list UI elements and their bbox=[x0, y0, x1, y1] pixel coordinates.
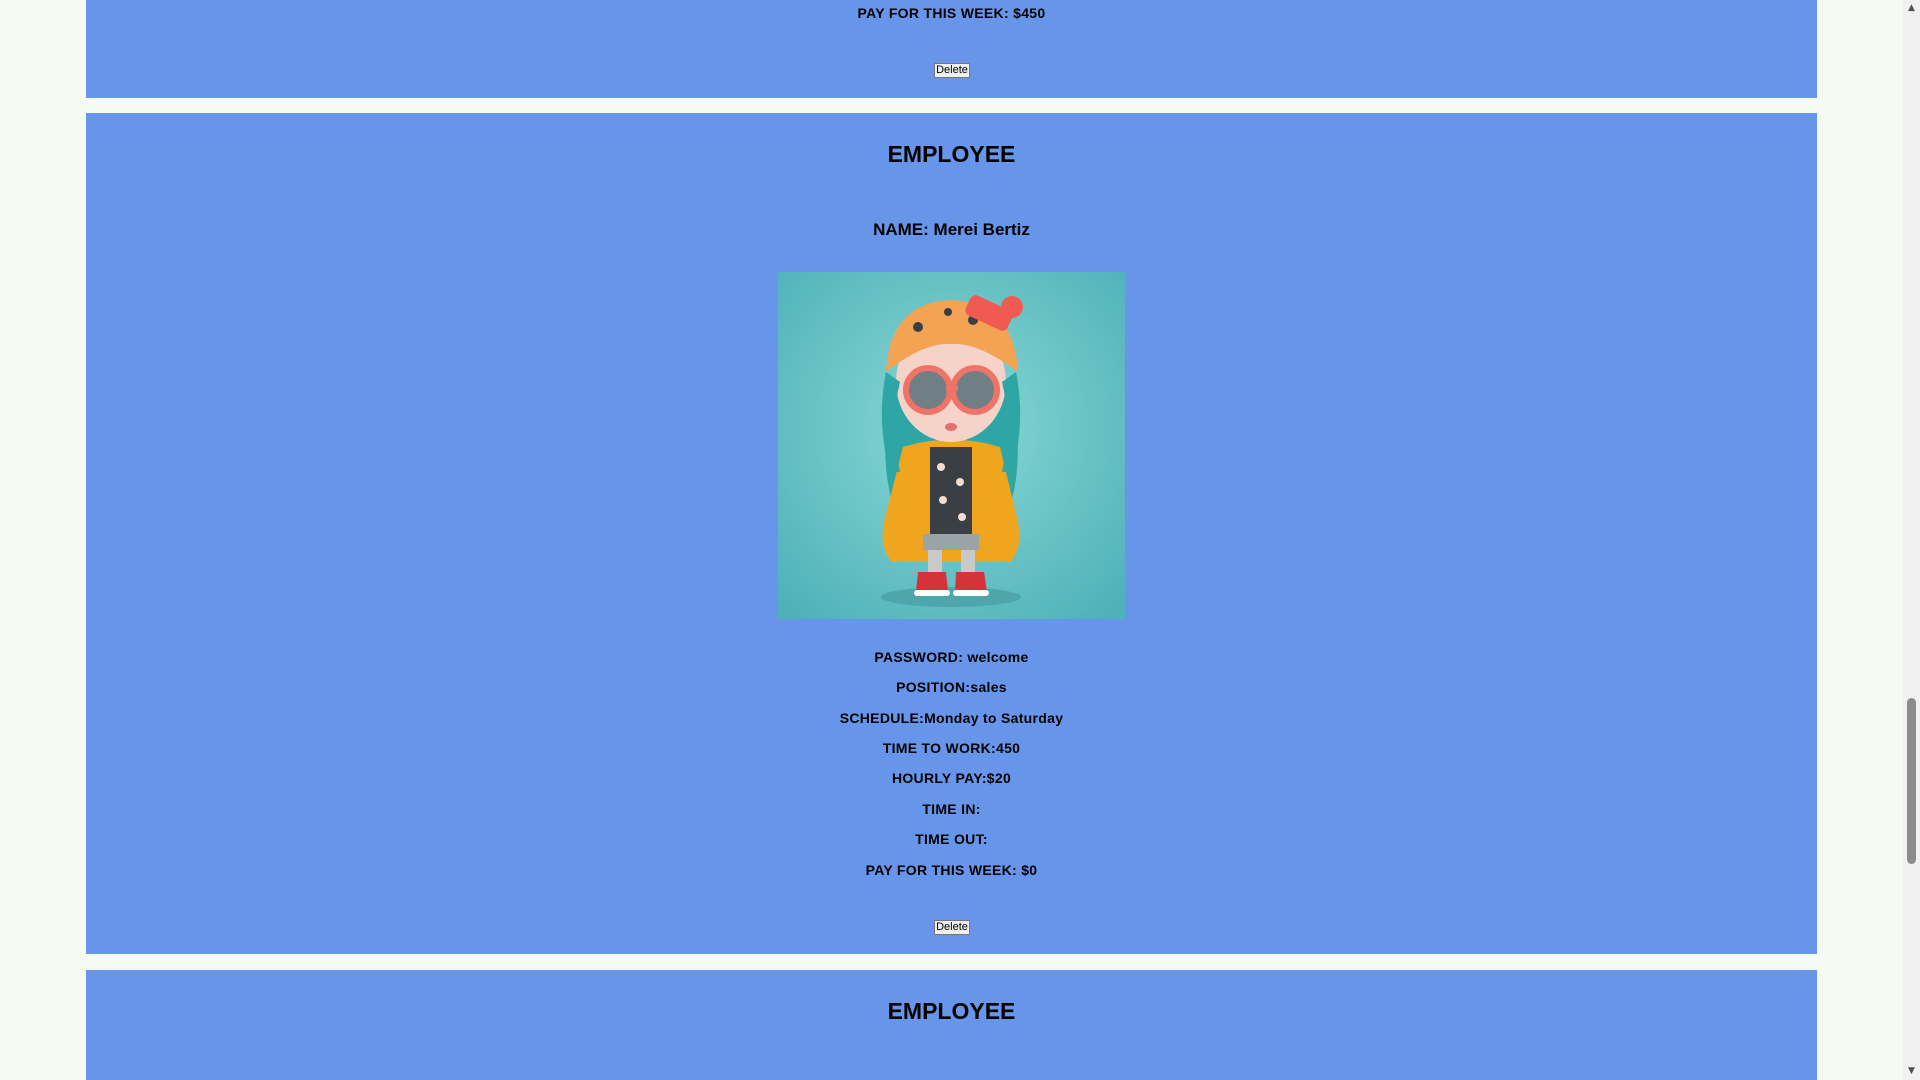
scroll-down-arrow-icon[interactable]: ▼ bbox=[1903, 1063, 1920, 1080]
employee-card: PAY FOR THIS WEEK: $450 Delete bbox=[86, 0, 1817, 98]
delete-button[interactable]: Delete bbox=[934, 63, 970, 78]
employee-time-to-work: TIME TO WORK:450 bbox=[882, 740, 1021, 756]
pay-for-week: PAY FOR THIS WEEK: $450 bbox=[857, 5, 1046, 21]
employee-time-out: TIME OUT: bbox=[915, 831, 988, 847]
employee-card: EMPLOYEE NAME: Merei Bertiz PASSWORD: we… bbox=[86, 113, 1817, 954]
employee-position: POSITION:sales bbox=[896, 679, 1007, 695]
employee-heading: EMPLOYEE bbox=[887, 998, 1016, 1024]
employee-card: EMPLOYEE bbox=[86, 970, 1817, 1080]
employee-hourly-pay: HOURLY PAY:$20 bbox=[891, 770, 1012, 786]
employee-photo bbox=[778, 272, 1125, 619]
scroll-thumb[interactable] bbox=[1907, 698, 1916, 864]
employee-name: NAME: Merei Bertiz bbox=[873, 220, 1030, 239]
scroll-up-arrow-icon[interactable]: ▲ bbox=[1903, 0, 1920, 17]
employee-heading: EMPLOYEE bbox=[887, 141, 1016, 167]
employee-time-in: TIME IN: bbox=[922, 801, 981, 817]
pay-for-week: PAY FOR THIS WEEK: $0 bbox=[865, 862, 1038, 878]
employee-password: PASSWORD: welcome bbox=[874, 649, 1029, 665]
page-content: PAY FOR THIS WEEK: $450 Delete EMPLOYEE … bbox=[0, 0, 1903, 1080]
delete-button[interactable]: Delete bbox=[934, 920, 970, 935]
vertical-scrollbar[interactable]: ▲ ▼ bbox=[1903, 0, 1920, 1080]
employee-schedule: SCHEDULE:Monday to Saturday bbox=[839, 710, 1064, 726]
